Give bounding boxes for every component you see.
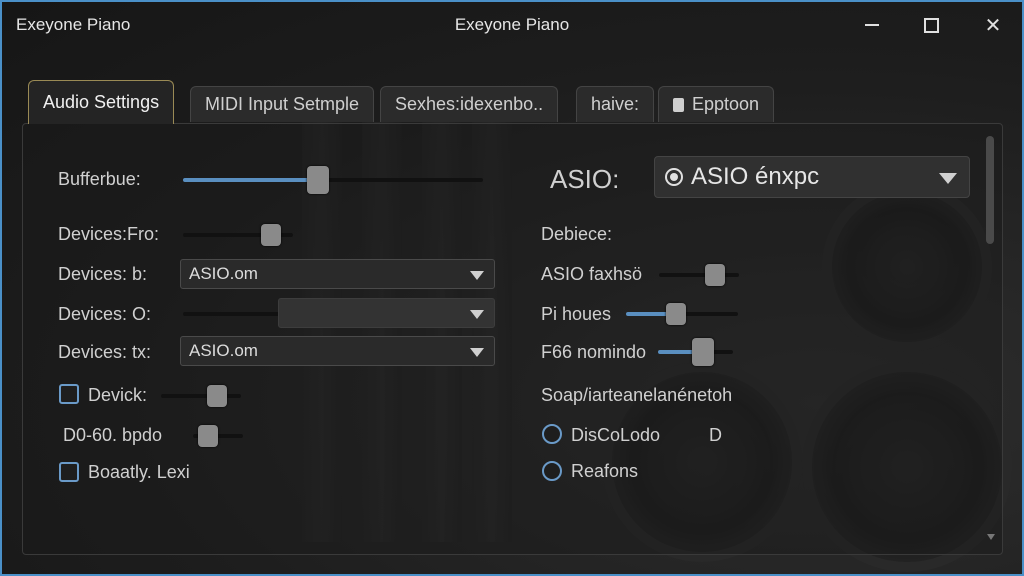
bpdo-label: D0-60. bpdo [63, 425, 163, 445]
buffer-label: Bufferbue: [58, 169, 141, 189]
title-bar: Exeyone Piano Exeyone Piano ✕ [2, 2, 1022, 48]
buffer-slider[interactable] [183, 166, 483, 194]
app-window: Exeyone Piano Exeyone Piano ✕ Audio Sett… [0, 0, 1024, 576]
bpdo-slider[interactable] [193, 425, 243, 447]
devices-b-label: Devices: b: [58, 264, 148, 284]
reafons-label: Reafons [571, 461, 639, 481]
devices-b-value: ASIO.om [189, 264, 258, 283]
asio-faxhso-slider-thumb[interactable] [705, 264, 725, 286]
boaatly-label: Boaatly. Lexi [88, 462, 190, 482]
document-icon [673, 97, 684, 112]
tab-label: Audio Settings [43, 92, 160, 112]
f66-slider[interactable] [658, 338, 733, 366]
close-button[interactable]: ✕ [973, 10, 1013, 40]
devices-fro-slider[interactable] [183, 224, 293, 246]
soap-label: Soap/iarteanelanénetoh [541, 385, 733, 405]
chevron-down-icon [939, 173, 957, 184]
devick-label: Devick: [88, 385, 148, 405]
scrollbar-thumb[interactable] [986, 136, 994, 244]
audio-settings-panel: Bufferbue: Devices:Fro: Devices: b: ASIO… [22, 123, 1003, 555]
pi-houes-slider-thumb[interactable] [666, 303, 687, 325]
devices-tx-value: ASIO.om [189, 341, 258, 360]
tab-audio-settings[interactable]: Audio Settings [28, 80, 175, 124]
tab-label: Sexhes:idexenbo.. [395, 94, 544, 114]
chevron-down-icon [470, 310, 484, 319]
bpdo-slider-thumb[interactable] [198, 425, 218, 447]
debiece-label: Debiece: [541, 224, 613, 244]
maximize-button[interactable] [911, 10, 951, 40]
pi-houes-label: Pi houes [541, 304, 612, 324]
tab-sexhes[interactable]: Sexhes:idexenbo.. [380, 86, 559, 122]
asio-faxhso-label: ASIO faxhsö [541, 264, 643, 284]
devices-o-select[interactable] [278, 298, 495, 328]
devices-tx-label: Devices: tx: [58, 342, 152, 362]
asio-label: ASIO: [550, 164, 620, 194]
chevron-down-icon [470, 348, 484, 357]
asio-faxhso-slider[interactable] [659, 264, 739, 286]
devices-o-label: Devices: O: [58, 304, 152, 324]
pi-houes-slider[interactable] [626, 303, 738, 325]
buffer-slider-thumb[interactable] [307, 166, 329, 194]
devices-b-select[interactable]: ASIO.om [180, 259, 495, 289]
minimize-button[interactable] [852, 10, 892, 40]
asio-icon [665, 168, 683, 186]
minimize-icon [865, 24, 879, 26]
tab-label: haive: [591, 94, 640, 114]
discolodo-radio[interactable] [542, 424, 562, 444]
discolodo-label: DisCoLodo [571, 425, 661, 445]
asio-driver-value: ASIO énxpc [691, 163, 820, 190]
buffer-slider-fill [183, 178, 318, 182]
reafons-radio[interactable] [542, 461, 562, 481]
devices-fro-label: Devices:Fro: [58, 224, 160, 244]
scroll-down-arrow[interactable] [987, 534, 995, 540]
discolodo-suffix: D [709, 425, 722, 445]
chevron-down-icon [470, 271, 484, 280]
devick-checkbox[interactable] [59, 384, 79, 404]
f66-slider-thumb[interactable] [692, 338, 714, 366]
tab-midi-input[interactable]: MIDI Input Setmple [190, 86, 375, 122]
devick-slider-thumb[interactable] [207, 385, 227, 407]
boaatly-checkbox[interactable] [59, 462, 79, 482]
tab-haive[interactable]: haive: [576, 86, 655, 122]
devices-o-track [183, 312, 283, 316]
maximize-icon [923, 17, 939, 33]
tab-label: Epptoon [692, 94, 760, 114]
tab-epptoon[interactable]: Epptoon [658, 86, 775, 122]
asio-driver-select[interactable]: ASIO énxpc [654, 156, 970, 198]
devices-tx-select[interactable]: ASIO.om [180, 336, 495, 366]
close-icon: ✕ [984, 14, 1002, 37]
devices-fro-slider-thumb[interactable] [261, 224, 281, 246]
tab-label: MIDI Input Setmple [205, 94, 360, 114]
devick-slider[interactable] [161, 385, 241, 407]
f66-label: F66 nomindo [541, 342, 647, 362]
